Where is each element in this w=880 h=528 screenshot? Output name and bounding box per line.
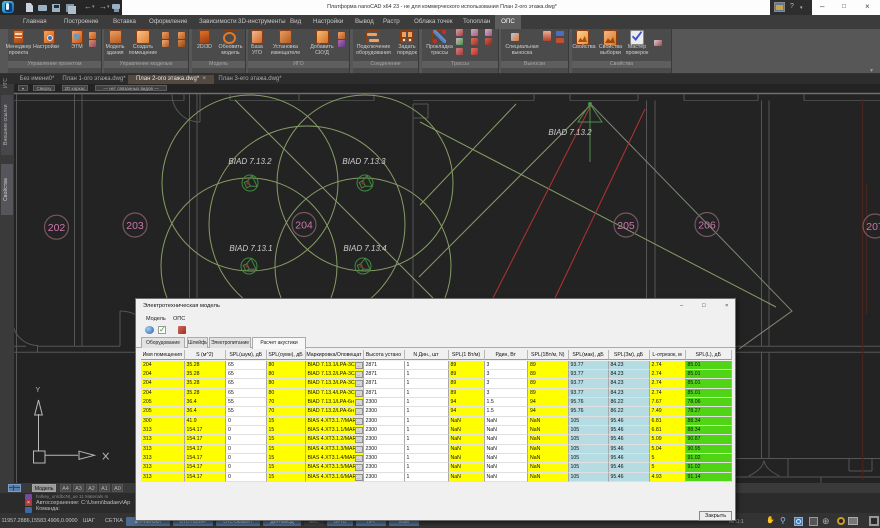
svg-text:BIAD 7.13.2: BIAD 7.13.2	[548, 128, 592, 137]
svg-text:204: 204	[295, 219, 313, 231]
svg-text:BIAD 7.13.3: BIAD 7.13.3	[342, 157, 386, 166]
svg-text:BIAD 7.13.4: BIAD 7.13.4	[343, 244, 387, 253]
svg-text:205: 205	[617, 220, 635, 232]
svg-text:207: 207	[866, 221, 880, 233]
svg-text:Y: Y	[36, 387, 41, 394]
svg-text:BIAD 7.13.2: BIAD 7.13.2	[228, 157, 272, 166]
svg-text:203: 203	[126, 220, 144, 232]
svg-text:BIAD 7.13.1: BIAD 7.13.1	[229, 244, 272, 253]
svg-text:206: 206	[698, 219, 716, 231]
svg-text:202: 202	[48, 222, 66, 234]
